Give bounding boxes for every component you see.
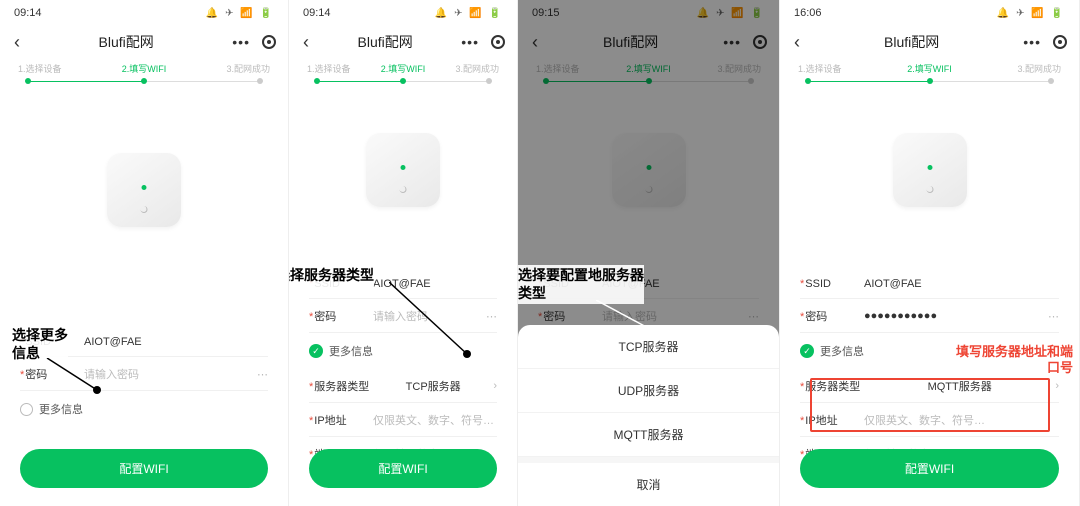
clock: 09:14 xyxy=(303,7,331,19)
step-3: 3.配网成功 xyxy=(226,62,270,75)
sheet-option-udp[interactable]: UDP服务器 xyxy=(518,369,779,413)
page-title: Blufi配网 xyxy=(358,32,413,52)
checkbox-checked-icon: ✓ xyxy=(800,344,814,358)
back-icon[interactable]: ‹ xyxy=(794,32,800,53)
visibility-toggle[interactable]: ⋯ xyxy=(486,310,497,323)
more-menu-icon[interactable]: ••• xyxy=(1023,34,1041,50)
app-bar: ‹ Blufi配网 ••• xyxy=(780,26,1079,58)
target-icon[interactable] xyxy=(1053,35,1067,49)
sheet-cancel[interactable]: 取消 xyxy=(518,457,779,506)
target-icon[interactable] xyxy=(491,35,505,49)
wizard-steps: 1.选择设备 2.填写WIFI 3.配网成功 xyxy=(780,58,1079,75)
ssid-row[interactable]: *SSID AIOT@FAE xyxy=(800,269,1059,299)
more-menu-icon[interactable]: ••• xyxy=(232,34,250,50)
submit-button[interactable]: 配置WIFI xyxy=(800,449,1059,488)
app-bar: ‹ Blufi配网 ••• xyxy=(289,26,517,58)
callout-arrow xyxy=(45,358,105,398)
callout-fill-server: 填写服务器地址和端 口号 xyxy=(956,342,1073,379)
sheet-option-tcp[interactable]: TCP服务器 xyxy=(518,325,779,369)
more-menu-icon[interactable]: ••• xyxy=(461,34,479,50)
chevron-right-icon: › xyxy=(1055,380,1059,392)
password-row[interactable]: *密码 ●●●●●●●●●●● ⋯ xyxy=(800,299,1059,333)
submit-button[interactable]: 配置WIFI xyxy=(20,449,268,488)
step-progress xyxy=(317,77,489,89)
device-image xyxy=(366,133,440,207)
phone-screen-4: 16:06 🔔 ✈ 📶 🔋 ‹ Blufi配网 ••• 1.选择设备 2.填写W… xyxy=(780,0,1080,506)
submit-button[interactable]: 配置WIFI xyxy=(309,449,497,488)
checkbox-checked-icon: ✓ xyxy=(309,344,323,358)
password-label: 密码 xyxy=(25,369,47,381)
password-masked: ●●●●●●●●●●● xyxy=(864,310,937,322)
sheet-option-mqtt[interactable]: MQTT服务器 xyxy=(518,413,779,457)
device-image xyxy=(107,153,181,227)
wizard-steps: 1.选择设备 2.填写WIFI 3.配网成功 xyxy=(0,58,288,75)
status-icons: 🔔 ✈ 📶 🔋 xyxy=(206,8,274,19)
status-bar: 16:06 🔔 ✈ 📶 🔋 xyxy=(780,0,1079,26)
server-type-value: TCP服务器 xyxy=(406,378,461,394)
wizard-steps: 1.选择设备 2.填写WIFI 3.配网成功 xyxy=(289,58,517,75)
chevron-right-icon: › xyxy=(493,380,497,392)
clock: 09:14 xyxy=(14,7,42,19)
status-bar: 09:14 🔔 ✈ 📶 🔋 xyxy=(0,0,288,26)
server-type-row[interactable]: *服务器类型 TCP服务器 › xyxy=(309,369,497,403)
checkbox-unchecked-icon xyxy=(20,403,33,416)
app-bar: ‹ Blufi配网 ••• xyxy=(0,26,288,58)
action-sheet: TCP服务器 UDP服务器 MQTT服务器 取消 xyxy=(518,325,779,506)
step-2: 2.填写WIFI xyxy=(122,62,167,75)
target-icon[interactable] xyxy=(262,35,276,49)
status-icons: 🔔 ✈ 📶 🔋 xyxy=(435,8,503,19)
phone-screen-1: 09:14 🔔 ✈ 📶 🔋 ‹ Blufi配网 ••• 1.选择设备 2.填写W… xyxy=(0,0,289,506)
phone-screen-2: 09:14 🔔 ✈ 📶 🔋 ‹ Blufi配网 ••• 1.选择设备 2.填写W… xyxy=(289,0,518,506)
page-title: Blufi配网 xyxy=(884,32,939,52)
visibility-toggle[interactable]: ⋯ xyxy=(257,368,268,381)
ip-row[interactable]: *IP地址 仅限英文、数字、符号… xyxy=(309,403,497,437)
phone-screen-3: 09:15 🔔 ✈ 📶 🔋 ‹ Blufi配网 ••• 1.选择设备 2.填写W… xyxy=(518,0,780,506)
back-icon[interactable]: ‹ xyxy=(14,32,20,53)
step-progress xyxy=(808,77,1051,89)
more-info-label: 更多信息 xyxy=(39,401,83,417)
callout-arrow xyxy=(389,282,479,362)
clock: 16:06 xyxy=(794,7,822,19)
ssid-value: AIOT@FAE xyxy=(84,336,142,348)
device-image xyxy=(893,133,967,207)
status-bar: 09:14 🔔 ✈ 📶 🔋 xyxy=(289,0,517,26)
back-icon[interactable]: ‹ xyxy=(303,32,309,53)
callout-choose-server: 选择要配置地服务器 类型 xyxy=(518,265,644,304)
callout-server-type: 选择服务器类型 xyxy=(289,265,374,287)
status-icons: 🔔 ✈ 📶 🔋 xyxy=(997,8,1065,19)
visibility-toggle[interactable]: ⋯ xyxy=(1048,310,1059,323)
page-title: Blufi配网 xyxy=(99,32,154,52)
step-1: 1.选择设备 xyxy=(18,62,62,75)
highlight-box xyxy=(810,378,1050,432)
step-progress xyxy=(28,77,260,89)
